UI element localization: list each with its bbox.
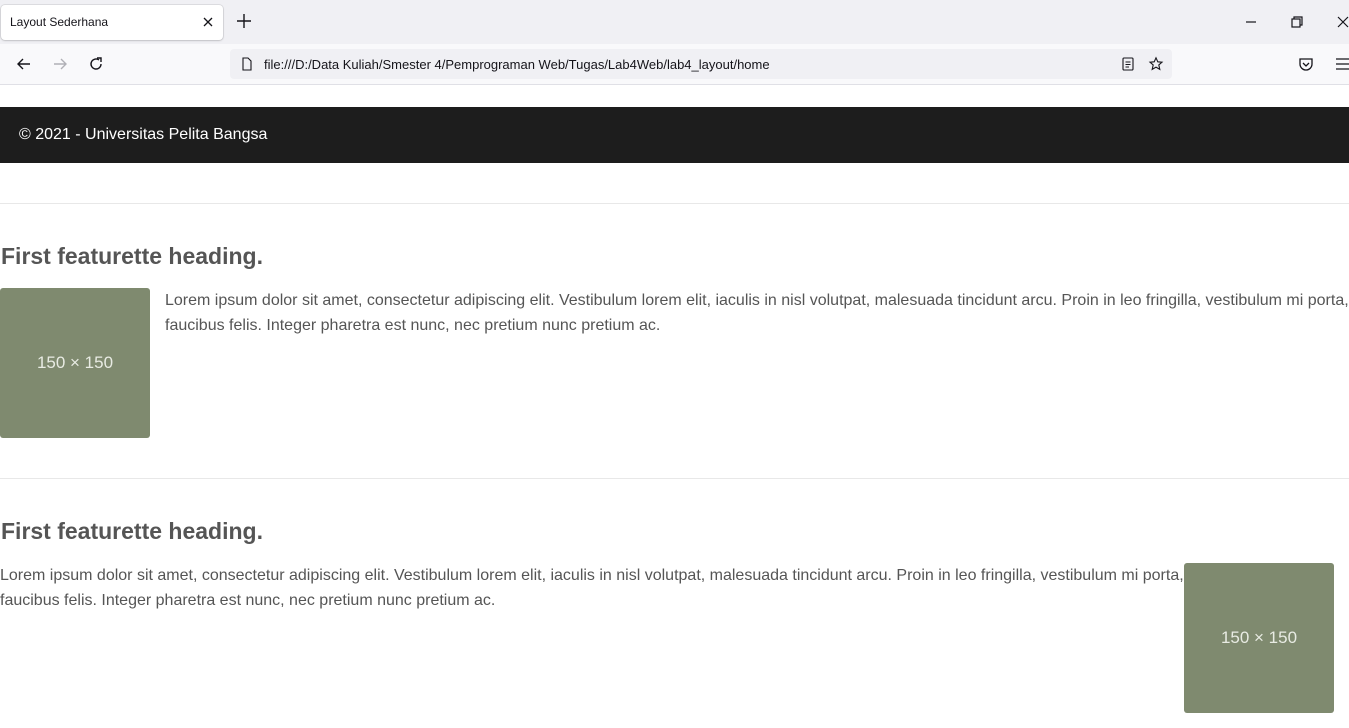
site-footer: © 2021 - Universitas Pelita Bangsa	[0, 107, 1349, 163]
menu-icon[interactable]	[1333, 54, 1349, 74]
image-size-label: 150 × 150	[1220, 628, 1298, 647]
close-tab-icon[interactable]	[199, 13, 217, 31]
tab-title: Layout Sederhana	[10, 15, 109, 29]
featurette-text: Lorem ipsum dolor sit amet, consectetur …	[165, 292, 1349, 334]
image-size-label: 150 × 150	[36, 353, 114, 372]
browser-tab[interactable]: Layout Sederhana	[1, 5, 223, 40]
restore-icon[interactable]	[1287, 12, 1307, 32]
featurette-heading: First featurette heading.	[1, 243, 263, 269]
close-window-icon[interactable]	[1333, 12, 1349, 32]
divider	[0, 203, 1349, 204]
footer-copyright: © 2021 - Universitas Pelita Bangsa	[19, 126, 268, 143]
bookmark-star-icon[interactable]	[1148, 56, 1164, 72]
address-bar[interactable]: file:///D:/Data Kuliah/Smester 4/Pemprog…	[230, 49, 1172, 79]
divider	[0, 478, 1349, 479]
back-icon[interactable]	[14, 54, 34, 74]
url-text: file:///D:/Data Kuliah/Smester 4/Pemprog…	[264, 57, 770, 72]
browser-tab-bar: Layout Sederhana	[0, 0, 1349, 44]
reader-view-icon[interactable]	[1120, 56, 1136, 72]
featurette-text: Lorem ipsum dolor sit amet, consectetur …	[0, 567, 1184, 609]
featurette-heading: First featurette heading.	[1, 518, 263, 544]
page-icon	[242, 57, 252, 71]
featurette-image-placeholder: 150 × 150	[1184, 563, 1334, 713]
reload-icon[interactable]	[86, 54, 106, 74]
featurette-image-placeholder: 150 × 150	[0, 288, 150, 438]
pocket-icon[interactable]	[1296, 54, 1316, 74]
minimize-icon[interactable]	[1241, 12, 1261, 32]
browser-nav-bar: file:///D:/Data Kuliah/Smester 4/Pemprog…	[0, 44, 1349, 85]
new-tab-icon[interactable]	[234, 11, 254, 31]
forward-icon[interactable]	[50, 54, 70, 74]
